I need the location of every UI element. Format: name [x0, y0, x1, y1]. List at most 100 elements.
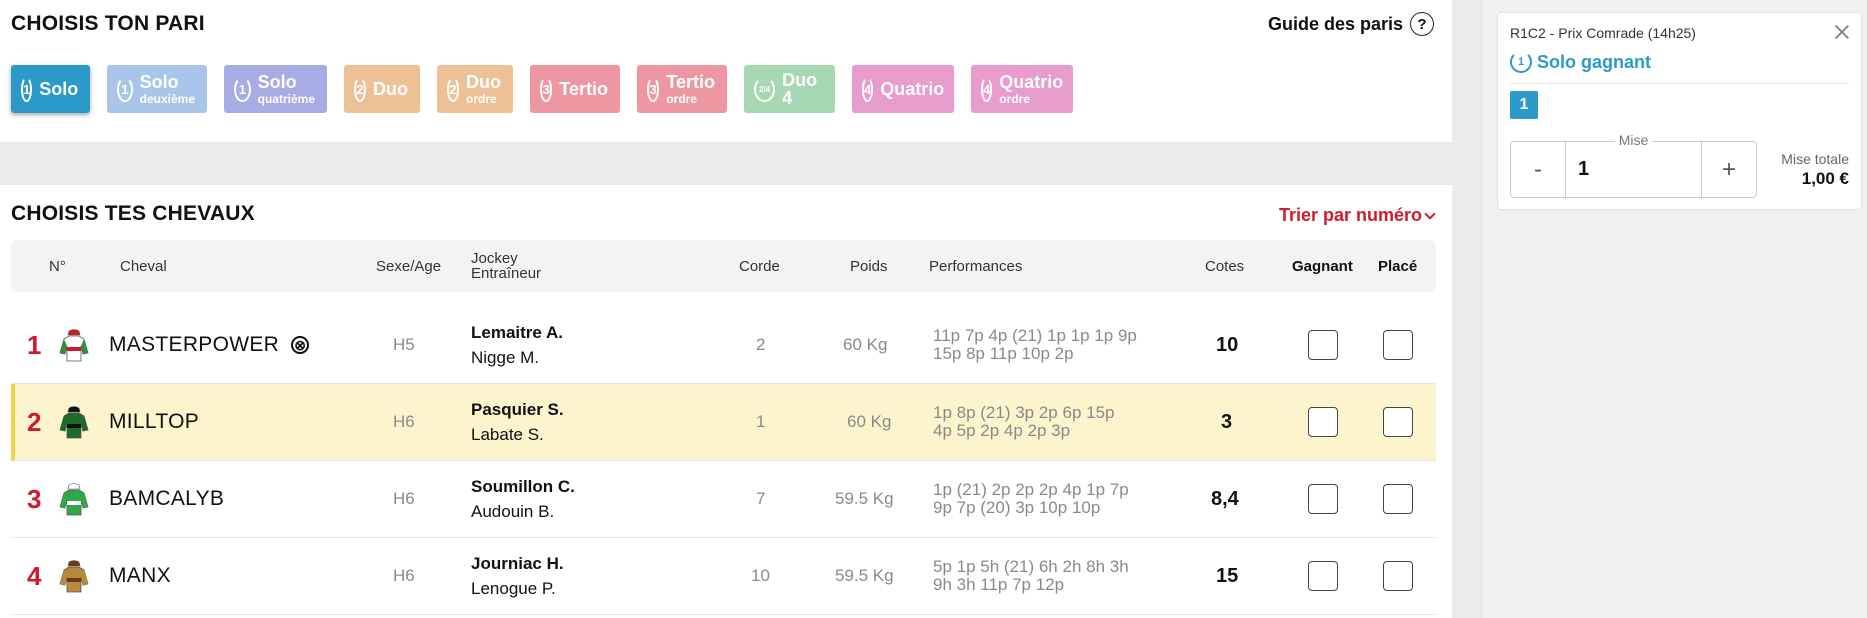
corde: 1	[756, 412, 766, 431]
jockey-name: Pasquier S.	[471, 399, 564, 419]
bet-type-button[interactable]: 2 Duo ordre	[437, 65, 513, 113]
trainer-name: Lenogue P.	[471, 578, 556, 598]
horseshoe-icon: 2/4	[754, 76, 776, 102]
gagnant-checkbox[interactable]	[1308, 330, 1338, 360]
gagnant-checkbox[interactable]	[1308, 561, 1338, 591]
horseshoe-icon: 1	[117, 76, 133, 102]
table-row[interactable]: 4 MANX H6 Journiac H. Lenogue P. 10 59.5 Kg 5p …	[11, 538, 1436, 615]
race-name: R1C2 - Prix Comrade (14h25)	[1510, 25, 1696, 41]
ticket-bet-type: 1 Solo gagnant	[1510, 51, 1651, 73]
col-corde: Corde	[739, 257, 780, 275]
gagnant-cell	[1308, 307, 1338, 383]
col-jockey-trainer: Jockey Entraîneur	[471, 240, 541, 292]
bet-type-button[interactable]: 3 Tertio	[530, 65, 620, 113]
horseshoe-icon: 1	[234, 76, 251, 102]
horse-number: 3	[27, 483, 42, 514]
sort-dropdown[interactable]: Trier par numéro	[1279, 205, 1436, 226]
stake-plus-button[interactable]: +	[1701, 142, 1756, 197]
performances-line: 5p 1p 5h (21) 6h 2h 8h 3h	[933, 556, 1129, 576]
bet-guide-link[interactable]: Guide des paris ?	[1268, 12, 1434, 36]
corde: 2	[756, 335, 766, 354]
poids: 59.5 Kg	[835, 489, 894, 508]
silk-graphic	[59, 406, 89, 439]
col-performances: Performances	[929, 257, 1023, 275]
bet-type-sublabel: quatrième	[257, 92, 315, 106]
bet-type-label-group: Tertio ordre	[666, 73, 715, 105]
col-sexe-age: Sexe/Age	[376, 257, 442, 275]
gagnant-checkbox[interactable]	[1308, 407, 1338, 437]
bet-type-label-group: Duo	[373, 80, 408, 98]
chevron-down-icon	[1424, 207, 1436, 220]
bet-type-label: Tertio	[559, 79, 608, 99]
horseshoe-icon: 3	[647, 76, 660, 102]
jockey-silk-icon	[58, 461, 90, 537]
bet-type-button[interactable]: 1 Solo deuxième	[107, 65, 207, 113]
sexe-age: H5	[393, 335, 415, 354]
place-cell	[1383, 307, 1413, 383]
place-checkbox[interactable]	[1383, 407, 1413, 437]
stake-stepper: - Mise 1 +	[1510, 132, 1757, 198]
total-label: Mise totale	[1781, 151, 1849, 167]
horse-name: BAMCALYB	[109, 487, 225, 510]
bet-type-button[interactable]: 1 Solo quatrième	[224, 65, 327, 113]
poids: 60 Kg	[847, 412, 892, 431]
bet-type-label: Duo	[373, 79, 408, 99]
jockey-silk-icon	[58, 538, 90, 614]
ticket-bet-type-label: Solo gagnant	[1537, 51, 1651, 72]
jockey-name: Soumillon C.	[471, 476, 575, 496]
gagnant-checkbox[interactable]	[1308, 484, 1338, 514]
bet-guide-label: Guide des paris	[1267, 13, 1403, 34]
gagnant-cell	[1308, 461, 1338, 537]
place-checkbox[interactable]	[1383, 484, 1413, 514]
bet-type-label: Tertio	[666, 72, 715, 92]
bet-type-label-group: Duo ordre	[466, 73, 501, 105]
col-cotes: Cotes	[1205, 257, 1245, 275]
bet-type-label-group: Solo deuxième	[140, 73, 195, 105]
selection-badge: 1	[1510, 91, 1538, 119]
horse-name-cell: MILLTOP	[109, 384, 199, 460]
performances: 11p 7p 4p (21) 1p 1p 1p 9p 15p 8p 11p 10p…	[933, 307, 1137, 383]
bet-type-title: CHOISIS TON PARI	[11, 12, 205, 35]
bet-type-sublabel: ordre	[466, 92, 497, 106]
col-jockey: Jockey	[471, 250, 518, 267]
horse-name: MILLTOP	[109, 410, 200, 433]
place-checkbox[interactable]	[1383, 330, 1413, 360]
horses-panel: CHOISIS TES CHEVAUX Trier par numéro N° …	[0, 185, 1452, 618]
horse-name-cell: MANX	[109, 538, 171, 614]
stake-minus-button[interactable]: -	[1511, 142, 1566, 197]
close-icon[interactable]	[1833, 23, 1851, 41]
bet-type-button[interactable]: 4 Quatrio ordre	[971, 65, 1073, 113]
bet-type-button[interactable]: 4 Quatrio	[852, 65, 954, 113]
bet-type-button[interactable]: 1 Solo	[11, 65, 90, 113]
bet-type-button[interactable]: 3 Tertio ordre	[637, 65, 727, 113]
bet-type-sublabel: ordre	[666, 92, 698, 106]
bet-type-sublabel: ordre	[999, 92, 1030, 106]
jockey-silk-icon	[58, 307, 90, 383]
horse-name-cell: BAMCALYB	[109, 461, 224, 537]
stake-input[interactable]: Mise 1	[1566, 132, 1701, 197]
total-stake: Mise totale 1,00 €	[1781, 151, 1849, 189]
horse-number: 1	[27, 329, 42, 360]
place-cell	[1383, 461, 1413, 537]
performances: 5p 1p 5h (21) 6h 2h 8h 3h 9h 3h 11p 7p 12…	[933, 538, 1129, 614]
silk-graphic	[59, 483, 89, 516]
stake-value: 1	[1578, 158, 1590, 180]
horse-name: MASTERPOWER	[109, 333, 280, 356]
silk-graphic	[59, 329, 89, 362]
col-cheval: Cheval	[120, 257, 167, 275]
total-value: 1,00 €	[1801, 169, 1849, 188]
performances-line: 4p 5p 2p 4p 2p 3p	[933, 421, 1071, 440]
poids: 60 Kg	[843, 335, 888, 354]
table-row[interactable]: 2 MILLTOP H6 Pasquier S. Labate S. 1 60 Kg 1p 8…	[11, 384, 1436, 461]
bet-type-label: Quatrio	[880, 79, 945, 99]
table-row[interactable]: 3 BAMCALYB H6 Soumillon C. Audouin B. 7 59.5 K…	[11, 461, 1436, 538]
performances-line: 1p (21) 2p 2p 2p 4p 1p 7p	[933, 479, 1129, 499]
table-row[interactable]: 1 MASTERPOWER ⊗ H5 Lemaitre A. Nigge M. 2 60 Kg…	[11, 307, 1436, 384]
place-checkbox[interactable]	[1383, 561, 1413, 591]
bet-type-button[interactable]: 2/4 Duo 4	[744, 65, 835, 113]
bet-type-list: 1 Solo 1 Solo deuxième 1 Solo quatrième 2 Duo 2 Duo…	[11, 65, 1073, 113]
bet-type-button[interactable]: 2 Duo	[344, 65, 420, 113]
horseshoe-icon: 1	[1510, 51, 1532, 73]
performances-line: 9p 7p (20) 3p 10p 10p	[933, 498, 1101, 517]
performances-line: 9h 3h 11p 7p 12p	[933, 575, 1065, 594]
